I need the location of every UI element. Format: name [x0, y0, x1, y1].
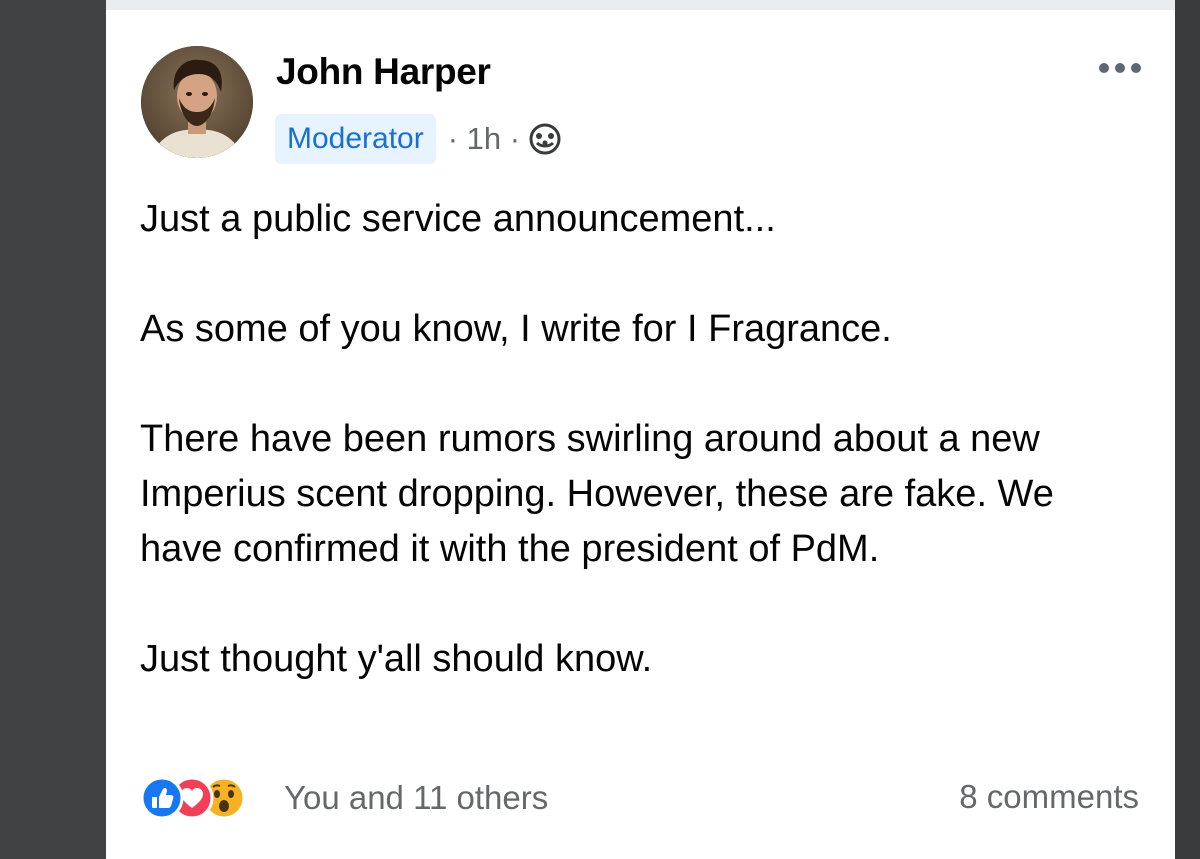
background-left — [0, 0, 106, 859]
author-avatar[interactable] — [141, 46, 253, 158]
globe-icon[interactable] — [528, 122, 562, 156]
post-paragraph: As some of you know, I write for I Fragr… — [140, 308, 892, 350]
post-timestamp[interactable]: · 1h · — [448, 122, 520, 156]
reaction-icons[interactable] — [140, 776, 278, 820]
post-paragraph: There have been rumors swirling around a… — [140, 418, 1054, 570]
post-paragraph: Just thought y'all should know. — [140, 638, 653, 680]
reaction-count[interactable]: You and 11 others — [284, 779, 548, 817]
post-card: John Harper Moderator · 1h · Just a publ… — [106, 0, 1175, 859]
comments-count[interactable]: 8 comments — [959, 778, 1139, 816]
author-name[interactable]: John Harper — [276, 51, 491, 93]
moderator-badge[interactable]: Moderator — [275, 114, 436, 164]
post-paragraph: Just a public service announcement... — [140, 198, 776, 240]
post-body: Just a public service announcement... As… — [140, 192, 1140, 687]
reaction-summary[interactable]: You and 11 others — [140, 774, 548, 822]
post-meta: Moderator · 1h · — [275, 113, 562, 165]
card-divider — [106, 0, 1175, 10]
more-options-icon[interactable] — [1096, 60, 1144, 76]
like-icon — [140, 776, 184, 820]
avatar-photo — [141, 46, 253, 158]
background-right — [1175, 0, 1200, 859]
